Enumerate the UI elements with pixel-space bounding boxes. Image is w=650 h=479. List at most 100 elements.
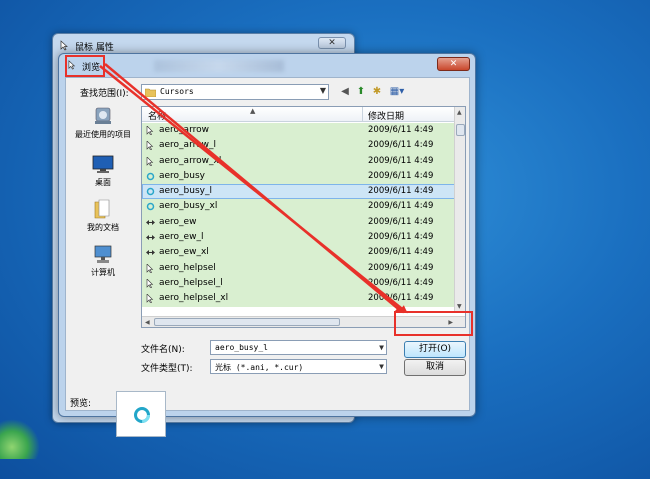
file-row[interactable]: aero_ew 2009/6/11 4:49 [142,214,455,231]
column-divider [362,107,363,122]
file-date: 2009/6/11 4:49 [368,262,434,273]
file-row[interactable]: aero_busy 2009/6/11 4:49 [142,168,455,185]
file-date: 2009/6/11 4:49 [368,232,434,243]
close-button[interactable]: ✕ [437,57,470,71]
new-folder-icon[interactable]: ✱ [370,84,384,99]
column-header-date[interactable]: 修改日期 [368,109,404,122]
file-name: aero_ew_xl [159,247,209,258]
place-label: 最近使用的项目 [75,130,131,139]
file-row[interactable]: aero_arrow 2009/6/11 4:49 [142,123,455,139]
file-row[interactable]: aero_helpsel_l 2009/6/11 4:49 [142,275,455,292]
highlight-open-button [394,311,473,336]
look-in-combo[interactable]: Cursors ▼ [141,84,329,100]
filetype-value: 光标 (*.ani, *.cur) [215,363,304,372]
busy-cursor-icon [146,187,155,196]
view-menu-icon[interactable]: ▦▾ [386,84,408,99]
chevron-down-icon[interactable]: ▼ [320,86,326,95]
file-date: 2009/6/11 4:49 [368,293,434,304]
file-date: 2009/6/11 4:49 [368,125,434,135]
file-row[interactable]: aero_busy_l 2009/6/11 4:49 [142,184,455,200]
place-label: 桌面 [95,178,111,187]
file-row[interactable]: aero_helpsel 2009/6/11 4:49 [142,260,455,276]
filetype-select[interactable]: 光标 (*.ani, *.cur) ▼ [210,359,387,374]
file-date: 2009/6/11 4:49 [368,140,434,151]
scroll-left-icon[interactable]: ◀ [145,319,150,326]
file-name: aero_helpsel_xl [159,293,229,304]
file-name: aero_busy [159,170,205,181]
desktop-wallpaper-leaf [0,419,40,459]
filetype-label: 文件类型(T): [141,364,193,374]
places-bar: 最近使用的项目 桌面 我的文档 计算机 [68,104,138,334]
recent-items-icon [95,107,111,124]
folder-icon [145,88,156,97]
place-documents[interactable]: 我的文档 [68,199,138,233]
blurred-title-region [154,60,284,72]
look-in-value: Cursors [160,87,194,96]
file-name: aero_arrow_xl [159,155,222,166]
busy-cursor-icon [146,172,155,181]
ew-resize-cursor-icon [146,219,155,225]
back-arrow-icon[interactable]: ◀ [338,84,352,99]
file-name: aero_ew_l [159,232,204,243]
arrow-cursor-icon [146,126,154,135]
file-date: 2009/6/11 4:49 [368,170,434,181]
chevron-down-icon[interactable]: ▼ [379,343,384,352]
scroll-up-icon[interactable]: ▲ [457,109,462,116]
file-name: aero_helpsel [159,262,216,273]
help-cursor-icon [146,278,154,288]
place-label: 计算机 [91,268,115,277]
ew-resize-cursor-icon [146,250,155,256]
highlight-dialog-title [65,55,105,77]
sort-ascending-icon: ▲ [250,107,256,115]
browse-dialog: 浏览 ✕ 查找范围(I): Cursors ▼ ◀ ⬆ ✱ ▦▾ 最近使用的项目 [58,53,476,437]
file-date: 2009/6/11 4:49 [368,277,434,288]
place-label: 我的文档 [87,223,119,232]
close-button[interactable]: ✕ [318,37,346,49]
ew-resize-cursor-icon [146,235,155,241]
file-name: aero_arrow_l [159,140,216,151]
help-cursor-icon [146,263,154,273]
scroll-thumb[interactable] [456,124,465,136]
open-button[interactable]: 打开(O) [404,341,466,358]
file-row[interactable]: aero_arrow_xl 2009/6/11 4:49 [142,153,455,169]
file-date: 2009/6/11 4:49 [368,216,434,227]
preview-pane [116,391,166,437]
file-row[interactable]: aero_helpsel_xl 2009/6/11 4:49 [142,291,455,307]
arrow-cursor-icon [146,156,154,166]
computer-icon [94,245,112,263]
file-name: aero_busy_xl [159,201,218,212]
place-recent-items[interactable]: 最近使用的项目 [68,106,138,140]
file-row[interactable]: aero_arrow_l 2009/6/11 4:49 [142,138,455,154]
dialog-body: 查找范围(I): Cursors ▼ ◀ ⬆ ✱ ▦▾ 最近使用的项目 桌面 我… [65,77,470,437]
file-row[interactable]: aero_ew_xl 2009/6/11 4:49 [142,245,455,261]
chevron-down-icon[interactable]: ▼ [379,362,384,371]
desktop-icon [92,155,114,173]
file-row[interactable]: aero_ew_l 2009/6/11 4:49 [142,230,455,246]
file-date: 2009/6/11 4:49 [368,186,434,197]
documents-icon [94,199,110,219]
cancel-button[interactable]: 取消 [404,359,466,376]
place-desktop[interactable]: 桌面 [68,154,138,188]
file-date: 2009/6/11 4:49 [368,201,434,212]
file-row[interactable]: aero_busy_xl 2009/6/11 4:49 [142,199,455,215]
up-folder-icon[interactable]: ⬆ [354,84,368,99]
vertical-scrollbar[interactable]: ▲ ▼ [454,107,465,312]
scroll-down-icon[interactable]: ▼ [457,303,462,310]
file-name: aero_helpsel_l [159,277,223,288]
file-rows: aero_arrow 2009/6/11 4:49 aero_arrow_l 2009… [142,123,455,307]
arrow-cursor-icon [146,141,154,151]
window-title: 鼠标 属性 [75,43,114,53]
help-cursor-icon [146,294,154,304]
place-computer[interactable]: 计算机 [68,244,138,278]
file-name: aero_arrow [159,125,209,135]
filename-input[interactable]: aero_busy_l ▼ [210,340,387,355]
column-header-name[interactable]: 名称 [148,109,166,122]
mouse-icon [60,40,68,51]
look-in-label: 查找范围(I): [80,89,129,99]
file-name: aero_busy_l [159,186,212,197]
scroll-thumb[interactable] [154,318,340,326]
list-header: 名称 ▲ 修改日期 [142,107,455,122]
file-date: 2009/6/11 4:49 [368,247,434,258]
filename-label: 文件名(N): [141,345,185,355]
file-list[interactable]: 名称 ▲ 修改日期 aero_arrow 2009/6/11 4:49 aero_a… [141,106,466,328]
